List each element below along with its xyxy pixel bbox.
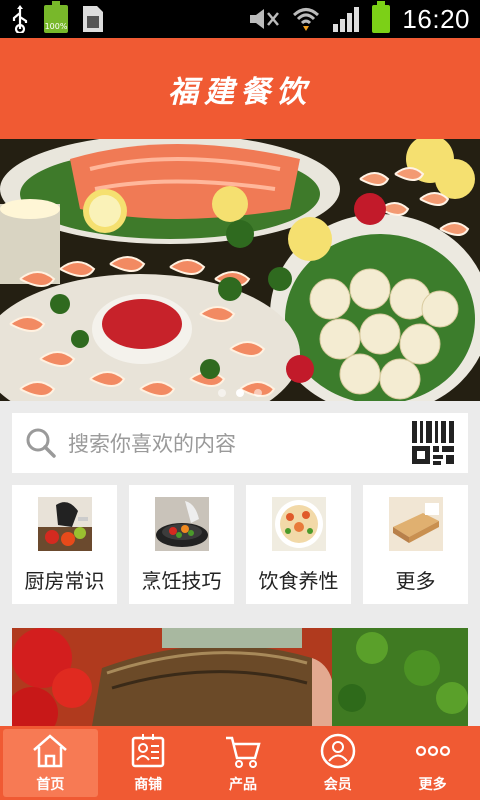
tab-products[interactable]: 产品 [196,726,291,800]
carousel-indicator[interactable] [0,389,480,397]
more-icon [415,745,450,757]
shop-icon [131,734,165,768]
clock: 16:20 [402,3,470,34]
tab-home[interactable]: 首页 [3,729,98,797]
cart-icon [225,736,261,768]
wifi-icon [293,8,320,31]
carousel-dot[interactable] [254,389,262,397]
mute-icon [250,9,280,29]
category-kitchen-tips[interactable]: 厨房常识 [12,485,117,604]
search-bar[interactable]: 搜索你喜欢的内容 [12,413,468,473]
sim-icon [83,6,103,32]
tab-label: 首页 [36,777,65,793]
roast-meat-image [12,628,468,726]
category-diet-health[interactable]: 饮食养性 [246,485,351,604]
battery-icon [372,1,391,33]
banner-seafood-image [0,139,480,401]
home-icon [33,734,68,768]
dish-photo [271,497,326,551]
tab-label: 会员 [323,777,352,793]
carousel-dot[interactable] [236,389,244,397]
carousel-dot[interactable] [218,389,226,397]
category-grid: 厨房常识 烹饪技巧 饮食养性 更多 [12,485,468,604]
usb-icon [12,5,28,33]
category-label: 烹饪技巧 [141,569,222,593]
tab-member[interactable]: 会员 [290,726,385,800]
kitchen-photo [37,497,92,551]
banner-carousel[interactable] [0,139,480,401]
tab-shop[interactable]: 商铺 [101,726,196,800]
search-input[interactable]: 搜索你喜欢的内容 [68,428,412,458]
tab-label: 商铺 [134,777,163,793]
cooking-photo [154,497,209,551]
featured-article-image[interactable] [12,628,468,726]
category-cooking-skills[interactable]: 烹饪技巧 [129,485,234,604]
signal-icon [333,7,360,32]
search-icon [26,428,56,458]
tab-label: 产品 [228,777,257,793]
page-title: 福建餐饮 [168,74,312,110]
qr-scan-icon[interactable] [412,421,454,465]
category-label: 饮食养性 [258,569,339,593]
category-more[interactable]: 更多 [363,485,468,604]
category-label: 更多 [395,569,436,593]
bread-photo [388,497,443,551]
status-bar: 100% 16:20 [0,0,480,38]
battery-icon: 100% [44,1,68,33]
member-icon [320,733,356,769]
tab-label: 更多 [418,777,447,793]
category-label: 厨房常识 [24,569,105,593]
bottom-tab-bar: 首页 商铺 产品 会员 更多 [0,726,480,800]
tab-more[interactable]: 更多 [385,726,480,800]
app-header: 福建餐饮 [0,38,480,139]
